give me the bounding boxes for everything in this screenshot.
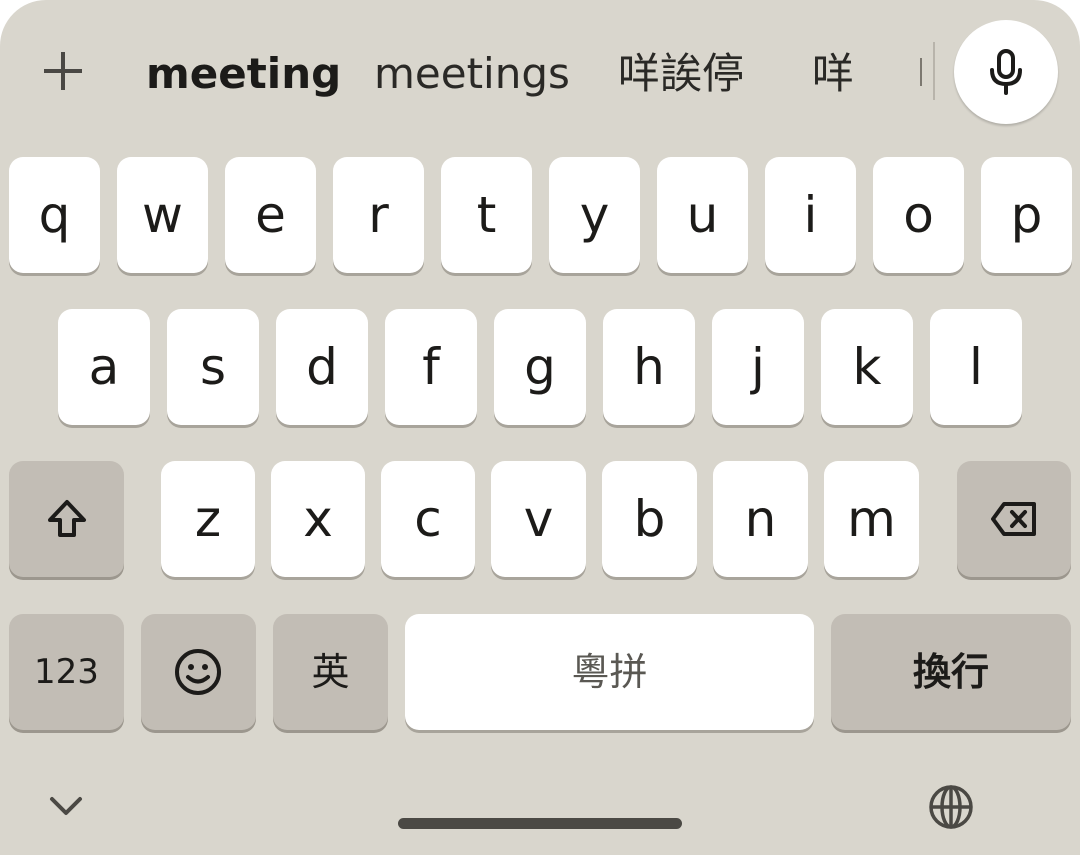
chevron-down-icon[interactable] — [48, 794, 84, 818]
key-k[interactable]: k — [821, 309, 913, 425]
key-c[interactable]: c — [381, 461, 475, 577]
key-o[interactable]: o — [873, 157, 964, 273]
key-n[interactable]: n — [713, 461, 808, 577]
key-label: n — [744, 490, 777, 548]
key-label: p — [1010, 186, 1043, 244]
key-label: a — [88, 338, 120, 396]
key-f[interactable]: f — [385, 309, 477, 425]
microphone-icon — [990, 49, 1022, 95]
key-label: q — [38, 186, 71, 244]
home-indicator[interactable] — [398, 818, 682, 829]
key-z[interactable]: z — [161, 461, 255, 577]
key-u[interactable]: u — [657, 157, 748, 273]
key-j[interactable]: j — [712, 309, 804, 425]
key-label: i — [803, 186, 818, 244]
key-label: x — [303, 490, 333, 548]
keyboard: meeting meetings 咩誒停 咩 q w e r t y u i o… — [0, 0, 1080, 855]
backspace-icon — [991, 502, 1036, 536]
key-t[interactable]: t — [441, 157, 532, 273]
key-label: s — [199, 338, 227, 396]
key-label: 換行 — [912, 650, 989, 694]
key-label: t — [476, 186, 497, 244]
key-label: u — [686, 186, 719, 244]
key-r[interactable]: r — [333, 157, 424, 273]
key-m[interactable]: m — [824, 461, 919, 577]
key-a[interactable]: a — [58, 309, 150, 425]
key-label: z — [194, 490, 222, 548]
key-label: v — [523, 490, 554, 548]
strip-divider — [933, 42, 935, 100]
suggestion-item[interactable]: 咩誒停 — [618, 44, 744, 104]
key-y[interactable]: y — [549, 157, 640, 273]
key-v[interactable]: v — [491, 461, 586, 577]
key-label: l — [969, 338, 983, 396]
key-label: g — [524, 338, 556, 396]
suggestion-overflow-marker — [920, 58, 922, 86]
key-label: c — [414, 490, 442, 548]
key-label: m — [847, 490, 896, 548]
plus-icon[interactable] — [44, 52, 82, 90]
key-i[interactable]: i — [765, 157, 856, 273]
backspace-key[interactable] — [957, 461, 1071, 577]
smiley-face-icon — [175, 649, 221, 695]
language-key[interactable]: 英 — [273, 614, 388, 730]
key-label: b — [633, 490, 666, 548]
key-label: o — [903, 186, 934, 244]
shift-arrow-icon — [48, 500, 86, 537]
globe-icon[interactable] — [928, 784, 974, 830]
key-label: d — [306, 338, 338, 396]
key-label: 英 — [311, 650, 350, 694]
key-q[interactable]: q — [9, 157, 100, 273]
numbers-key[interactable]: 123 — [9, 614, 124, 730]
key-label: 123 — [34, 652, 99, 692]
key-label: j — [751, 338, 765, 396]
suggestion-item[interactable]: meetings — [374, 44, 570, 104]
shift-key[interactable] — [9, 461, 124, 577]
key-d[interactable]: d — [276, 309, 368, 425]
suggestion-strip: meeting meetings 咩誒停 咩 — [0, 0, 1080, 145]
key-b[interactable]: b — [602, 461, 697, 577]
key-p[interactable]: p — [981, 157, 1072, 273]
key-e[interactable]: e — [225, 157, 316, 273]
suggestion-primary[interactable]: meeting — [146, 44, 341, 104]
enter-key[interactable]: 換行 — [831, 614, 1071, 730]
space-key-label: 粵拼 — [571, 650, 648, 694]
emoji-key[interactable] — [141, 614, 256, 730]
key-label: f — [422, 338, 440, 396]
key-label: e — [255, 186, 286, 244]
key-label: h — [633, 338, 665, 396]
suggestion-item[interactable]: 咩 — [812, 44, 854, 104]
key-label: w — [142, 186, 183, 244]
key-g[interactable]: g — [494, 309, 586, 425]
key-s[interactable]: s — [167, 309, 259, 425]
key-h[interactable]: h — [603, 309, 695, 425]
space-key[interactable]: 粵拼 — [405, 614, 814, 730]
key-label: k — [852, 338, 882, 396]
key-label: r — [368, 186, 389, 244]
mic-button[interactable] — [954, 20, 1058, 124]
key-x[interactable]: x — [271, 461, 365, 577]
key-w[interactable]: w — [117, 157, 208, 273]
key-label: y — [579, 186, 610, 244]
key-l[interactable]: l — [930, 309, 1022, 425]
